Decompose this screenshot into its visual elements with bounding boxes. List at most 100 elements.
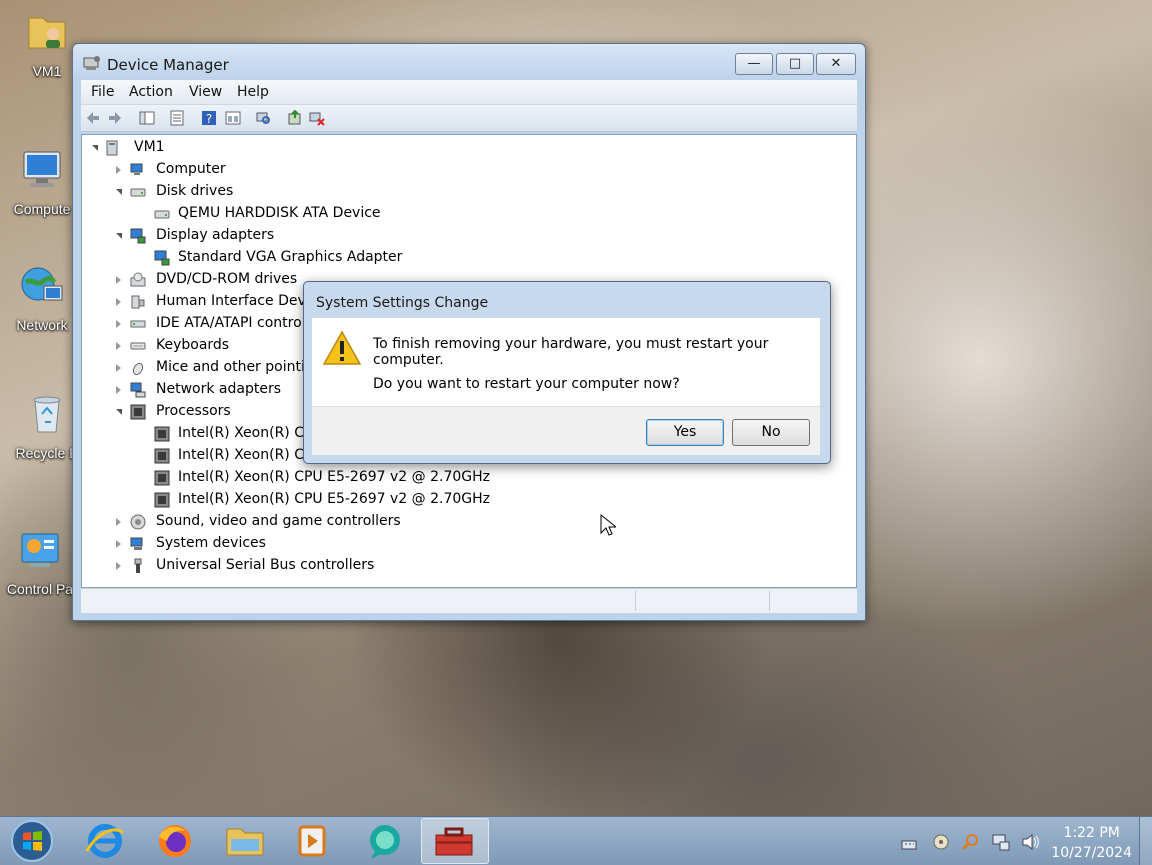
menu-action[interactable]: Action xyxy=(129,84,173,100)
maximize-button[interactable]: □ xyxy=(776,53,814,75)
properties-list-icon[interactable] xyxy=(169,110,185,126)
forward-arrow-icon[interactable] xyxy=(107,110,123,126)
computer-root-icon xyxy=(106,140,118,156)
search-tray-icon[interactable] xyxy=(962,833,980,851)
menu-file[interactable]: File xyxy=(91,84,114,100)
tree-item-label: Intel(R) Xeon(R) CP xyxy=(178,425,313,441)
tree-item-label: Human Interface Devic xyxy=(156,293,318,309)
tree-item-label: Intel(R) Xeon(R) CPU E5-2697 v2 @ 2.70GH… xyxy=(178,491,490,507)
system-device-icon xyxy=(130,537,143,550)
svg-text:?: ? xyxy=(206,112,212,126)
network-status-icon[interactable] xyxy=(992,833,1010,851)
scan-hardware-icon[interactable] xyxy=(255,110,271,126)
volume-icon[interactable] xyxy=(1021,833,1039,851)
window-title: Device Manager xyxy=(107,56,229,74)
desktop-icon-label: Control Pa xyxy=(6,581,74,597)
back-arrow-icon[interactable] xyxy=(85,110,101,126)
uninstall-device-icon[interactable] xyxy=(309,110,325,126)
computer-icon xyxy=(23,151,61,187)
tree-item-label: Sound, video and game controllers xyxy=(156,513,401,529)
tree-root-label: VM1 xyxy=(134,139,165,155)
expand-arrow-icon[interactable] xyxy=(116,518,121,526)
tree-item-label: QEMU HARDDISK ATA Device xyxy=(178,205,381,221)
processor-icon xyxy=(154,492,170,508)
expand-arrow-icon[interactable] xyxy=(116,342,121,350)
tree-item-label: Network adapters xyxy=(156,381,281,397)
system-settings-change-dialog: System Settings Change To finish removin… xyxy=(303,281,831,464)
tree-item-label: Mice and other pointin xyxy=(156,359,314,375)
desktop-icon-label: Network xyxy=(16,317,68,333)
safely-remove-icon[interactable] xyxy=(932,833,950,851)
expand-arrow-icon[interactable] xyxy=(116,540,121,548)
display-adapter-icon xyxy=(130,228,146,244)
desktop-icon-label: Recycle B xyxy=(15,445,79,461)
system-clock[interactable]: 1:22 PM 10/27/2024 xyxy=(1051,823,1132,863)
tree-item-label: DVD/CD-ROM drives xyxy=(156,271,298,287)
expand-arrow-icon[interactable] xyxy=(116,364,121,372)
expand-arrow-icon[interactable] xyxy=(116,320,121,328)
keyboard-icon xyxy=(130,342,146,350)
dvd-drive-icon xyxy=(130,272,146,287)
collapse-arrow-icon[interactable] xyxy=(116,189,122,195)
expand-arrow-icon[interactable] xyxy=(116,166,121,174)
clock-time: 1:22 PM xyxy=(1063,825,1120,841)
show-hide-tree-icon[interactable] xyxy=(139,110,155,126)
status-segment xyxy=(635,591,636,611)
processor-icon xyxy=(130,404,146,420)
menu-help[interactable]: Help xyxy=(237,84,269,100)
recycle-bin-icon xyxy=(33,396,61,433)
yes-button[interactable]: Yes xyxy=(646,419,724,446)
processor-icon xyxy=(154,448,170,464)
desktop-icon-label: Compute xyxy=(13,201,71,217)
expand-arrow-icon[interactable] xyxy=(116,386,121,394)
dialog-message: To finish removing your hardware, you mu… xyxy=(373,336,769,368)
toolbox-icon xyxy=(435,827,473,856)
network-adapter-icon xyxy=(130,382,146,398)
update-driver-icon[interactable] xyxy=(287,110,303,126)
close-button[interactable]: ✕ xyxy=(816,53,856,75)
tree-item-label: Computer xyxy=(156,161,226,177)
firefox-icon[interactable] xyxy=(145,821,205,861)
menu-view[interactable]: View xyxy=(189,84,222,100)
toolbar: ? xyxy=(81,105,857,132)
tree-item-label: Standard VGA Graphics Adapter xyxy=(178,249,403,265)
help-icon[interactable]: ? xyxy=(201,110,217,126)
collapse-arrow-icon[interactable] xyxy=(116,233,122,239)
view-icon[interactable] xyxy=(225,110,241,126)
tree-item-label: Processors xyxy=(156,403,231,419)
taskbar-device-manager-active[interactable] xyxy=(421,818,489,864)
disk-drive-icon xyxy=(130,188,146,197)
tree-item-label: Display adapters xyxy=(156,227,275,243)
desktop-icon-control-panel[interactable]: Control Pa xyxy=(0,526,80,597)
title-bar[interactable]: Device Manager — □ ✕ xyxy=(73,44,865,80)
tree-item-label: Intel(R) Xeon(R) CPU E5-2697 v2 @ 2.70GH… xyxy=(178,469,490,485)
media-player-icon[interactable] xyxy=(282,821,342,861)
no-button[interactable]: No xyxy=(732,419,810,446)
desktop-icon-label: VM1 xyxy=(32,63,62,79)
mouse-cursor-icon xyxy=(600,514,616,536)
dialog-question: Do you want to restart your computer now… xyxy=(373,376,680,392)
network-tray-icon[interactable] xyxy=(900,833,918,851)
ide-controller-icon xyxy=(130,320,146,328)
file-explorer-icon[interactable] xyxy=(215,821,275,861)
device-manager-icon xyxy=(83,56,100,70)
internet-explorer-icon[interactable] xyxy=(75,821,135,861)
sound-icon xyxy=(130,514,146,530)
menu-bar: File Action View Help xyxy=(81,80,857,105)
status-segment xyxy=(769,591,770,611)
minimize-button[interactable]: — xyxy=(735,53,773,75)
mouse-icon xyxy=(132,362,144,376)
desktop-icon-network[interactable]: Network xyxy=(2,262,82,333)
collapse-arrow-icon[interactable] xyxy=(116,409,122,415)
computer-icon xyxy=(130,163,143,175)
desktop-icon-computer[interactable]: Compute xyxy=(2,146,82,217)
expand-arrow-icon[interactable] xyxy=(116,276,121,284)
expand-arrow-icon[interactable] xyxy=(116,298,121,306)
start-button-icon[interactable] xyxy=(10,819,54,863)
tree-item-label: Keyboards xyxy=(156,337,230,353)
collapse-arrow-icon[interactable] xyxy=(92,145,98,151)
expand-arrow-icon[interactable] xyxy=(116,562,121,570)
chat-app-icon[interactable] xyxy=(355,821,415,861)
show-desktop-button[interactable] xyxy=(1139,817,1152,865)
user-folder-icon xyxy=(28,17,66,49)
